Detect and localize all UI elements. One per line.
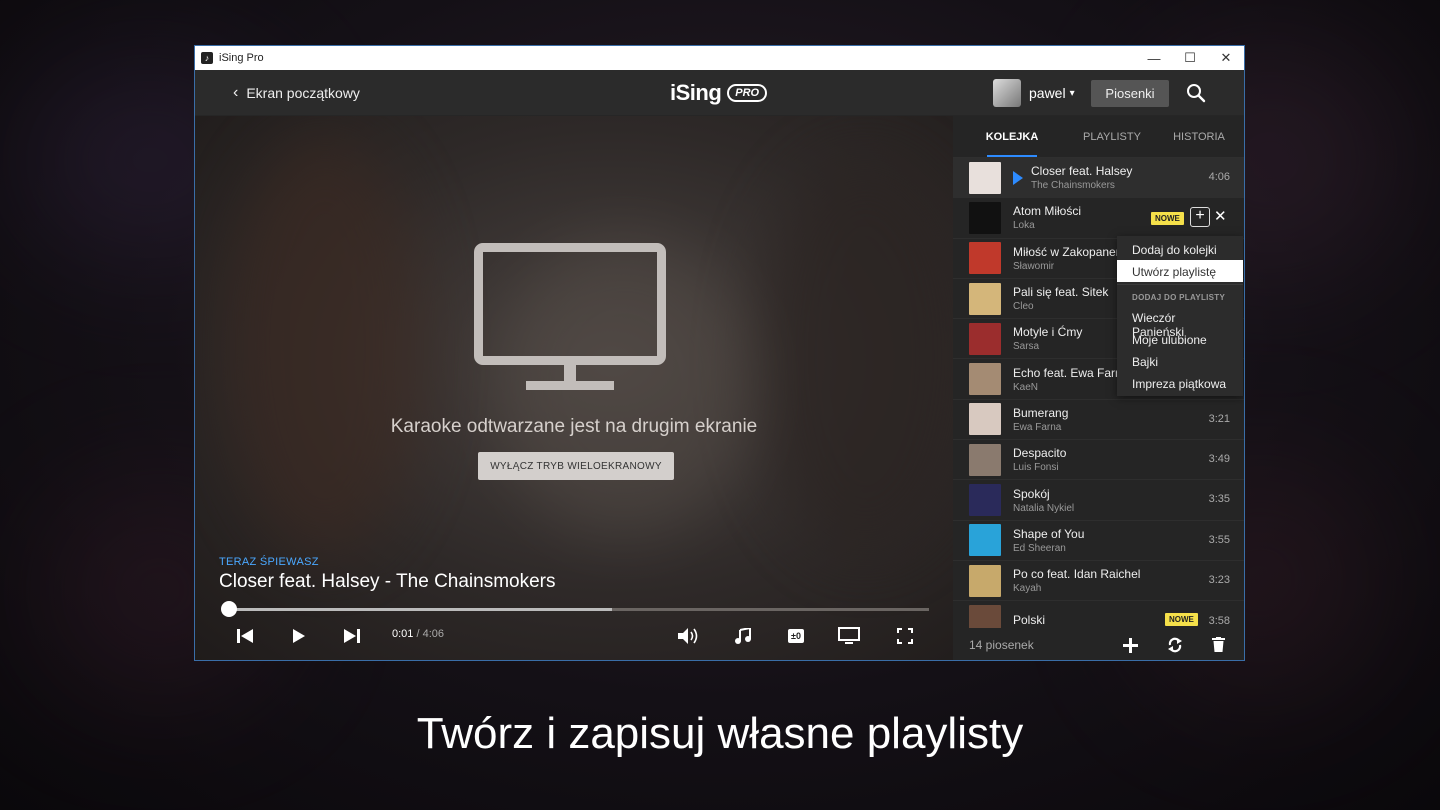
promo-caption: Twórz i zapisuj własne playlisty	[416, 709, 1024, 758]
album-thumbnail	[969, 322, 1001, 355]
time-display: 0:01 / 4:06	[392, 628, 444, 640]
logo-text: iSing	[670, 80, 722, 105]
queue-row[interactable]: Closer feat. Halsey The Chainsmokers 4:06	[953, 158, 1244, 199]
menu-add-to-queue[interactable]: Dodaj do kolejki	[1117, 238, 1243, 260]
songs-button[interactable]: Piosenki	[1091, 80, 1169, 107]
song-duration: 3:55	[1208, 533, 1230, 546]
tab-playlists[interactable]: PLAYLISTY	[1071, 116, 1153, 157]
progress-bar[interactable]	[221, 601, 929, 617]
search-icon[interactable]	[1186, 83, 1206, 103]
app-logo-icon: ♪	[201, 52, 213, 64]
ising-logo: iSing PRO	[670, 80, 768, 106]
progress-fill	[225, 608, 613, 611]
screen-icon[interactable]	[837, 625, 861, 647]
song-title: Atom Miłości	[1013, 204, 1082, 219]
song-duration: 3:35	[1208, 493, 1230, 506]
album-thumbnail	[969, 524, 1001, 557]
menu-header-add-to-playlist: DODAJ DO PLAYLISTY	[1117, 284, 1243, 306]
play-icon[interactable]	[289, 625, 309, 647]
disable-multiscreen-button[interactable]: WYŁĄCZ TRYB WIELOEKRANOWY	[478, 452, 674, 480]
queue-row[interactable]: Spokój Natalia Nykiel 3:35	[953, 480, 1244, 521]
menu-create-playlist[interactable]: Utwórz playlistę	[1117, 260, 1243, 282]
song-duration: 3:21	[1208, 412, 1230, 425]
chevron-left-icon: ‹	[233, 83, 239, 101]
user-menu[interactable]: pawel ▾	[993, 79, 1075, 107]
close-icon[interactable]: ✕	[1208, 46, 1244, 70]
song-artist: Loka	[1013, 220, 1035, 232]
now-singing-label: TERAZ ŚPIEWASZ	[219, 556, 319, 568]
menu-playlist-item[interactable]: Wieczór Panieński	[1117, 306, 1243, 339]
add-to-playlist-button[interactable]: +	[1190, 207, 1210, 228]
song-duration: 3:58	[1208, 615, 1230, 628]
album-thumbnail	[969, 161, 1001, 194]
song-duration: 4:06	[1208, 171, 1230, 183]
album-thumbnail	[969, 564, 1001, 597]
time-current: 0:01	[392, 628, 414, 640]
monitor-icon	[474, 243, 666, 395]
remove-icon[interactable]: ✕	[1214, 207, 1227, 225]
song-count: 14 piosenek	[969, 638, 1034, 652]
second-screen-message: Karaoke odtwarzane jest na drugim ekrani…	[390, 416, 758, 437]
back-label: Ekran początkowy	[246, 84, 360, 101]
time-total: 4:06	[422, 628, 445, 640]
album-thumbnail	[969, 443, 1001, 476]
queue-row[interactable]: Po co feat. Idan Raichel Kayah 3:23	[953, 561, 1244, 602]
queue-row[interactable]: Atom Miłości Loka NOWE + ✕	[953, 198, 1244, 239]
queue-row[interactable]: Polski NOWE 3:58	[953, 601, 1244, 628]
menu-playlist-item[interactable]: Impreza piątkowa	[1117, 372, 1243, 394]
pitch-label: ±0	[788, 629, 804, 643]
now-playing-icon	[1013, 171, 1023, 185]
avatar	[993, 79, 1021, 107]
previous-icon[interactable]	[235, 625, 255, 647]
tab-history[interactable]: HISTORIA	[1153, 116, 1244, 157]
tab-queue[interactable]: KOLEJKA	[953, 116, 1071, 157]
username: pawel	[1029, 85, 1066, 101]
menu-playlist-item[interactable]: Bajki	[1117, 350, 1243, 372]
album-thumbnail	[969, 242, 1001, 275]
song-text: Atom Miłości Loka	[1013, 204, 1244, 232]
now-singing-title: Closer feat. Halsey - The Chainsmokers	[219, 571, 556, 592]
song-duration: 3:49	[1208, 453, 1230, 466]
add-icon[interactable]	[1123, 638, 1138, 653]
title-bar: ♪ iSing Pro — ☐ ✕	[195, 46, 1244, 70]
shuffle-icon[interactable]	[1167, 637, 1183, 653]
album-thumbnail	[969, 363, 1001, 396]
song-context-menu: Dodaj do kolejki Utwórz playlistę DODAJ …	[1117, 236, 1243, 396]
minimize-icon[interactable]: —	[1136, 46, 1172, 70]
fullscreen-icon[interactable]	[895, 625, 915, 647]
sidebar-tabs: KOLEJKA PLAYLISTY HISTORIA	[953, 116, 1244, 158]
top-bar: ‹ Ekran początkowy iSing PRO pawel ▾ Pio…	[195, 70, 1244, 116]
maximize-icon[interactable]: ☐	[1172, 46, 1208, 70]
queue-row[interactable]: Despacito Luis Fonsi 3:49	[953, 440, 1244, 481]
album-thumbnail	[969, 604, 1001, 628]
progress-knob[interactable]	[221, 601, 237, 617]
window-title: iSing Pro	[219, 52, 264, 64]
album-thumbnail	[969, 201, 1001, 234]
album-thumbnail	[969, 484, 1001, 517]
new-badge: NOWE	[1151, 212, 1184, 226]
queue-footer: 14 piosenek	[953, 628, 1244, 660]
trash-icon[interactable]	[1212, 637, 1225, 652]
logo-badge: PRO	[727, 84, 768, 102]
queue-row[interactable]: Bumerang Ewa Farna 3:21	[953, 400, 1244, 441]
new-badge: NOWE	[1165, 613, 1198, 627]
app-window: ♪ iSing Pro — ☐ ✕ ‹ Ekran początkowy iSi…	[194, 45, 1245, 661]
video-area: Karaoke odtwarzane jest na drugim ekrani…	[195, 116, 953, 660]
chevron-down-icon: ▾	[1069, 87, 1075, 99]
album-thumbnail	[969, 282, 1001, 315]
music-note-icon[interactable]	[733, 625, 753, 647]
next-icon[interactable]	[342, 625, 362, 647]
volume-icon[interactable]	[677, 625, 701, 647]
song-duration: 3:23	[1208, 573, 1230, 586]
pitch-button[interactable]: ±0	[785, 625, 807, 647]
album-thumbnail	[969, 403, 1001, 436]
back-button[interactable]: ‹ Ekran początkowy	[233, 84, 360, 102]
queue-row[interactable]: Shape of You Ed Sheeran 3:55	[953, 521, 1244, 561]
